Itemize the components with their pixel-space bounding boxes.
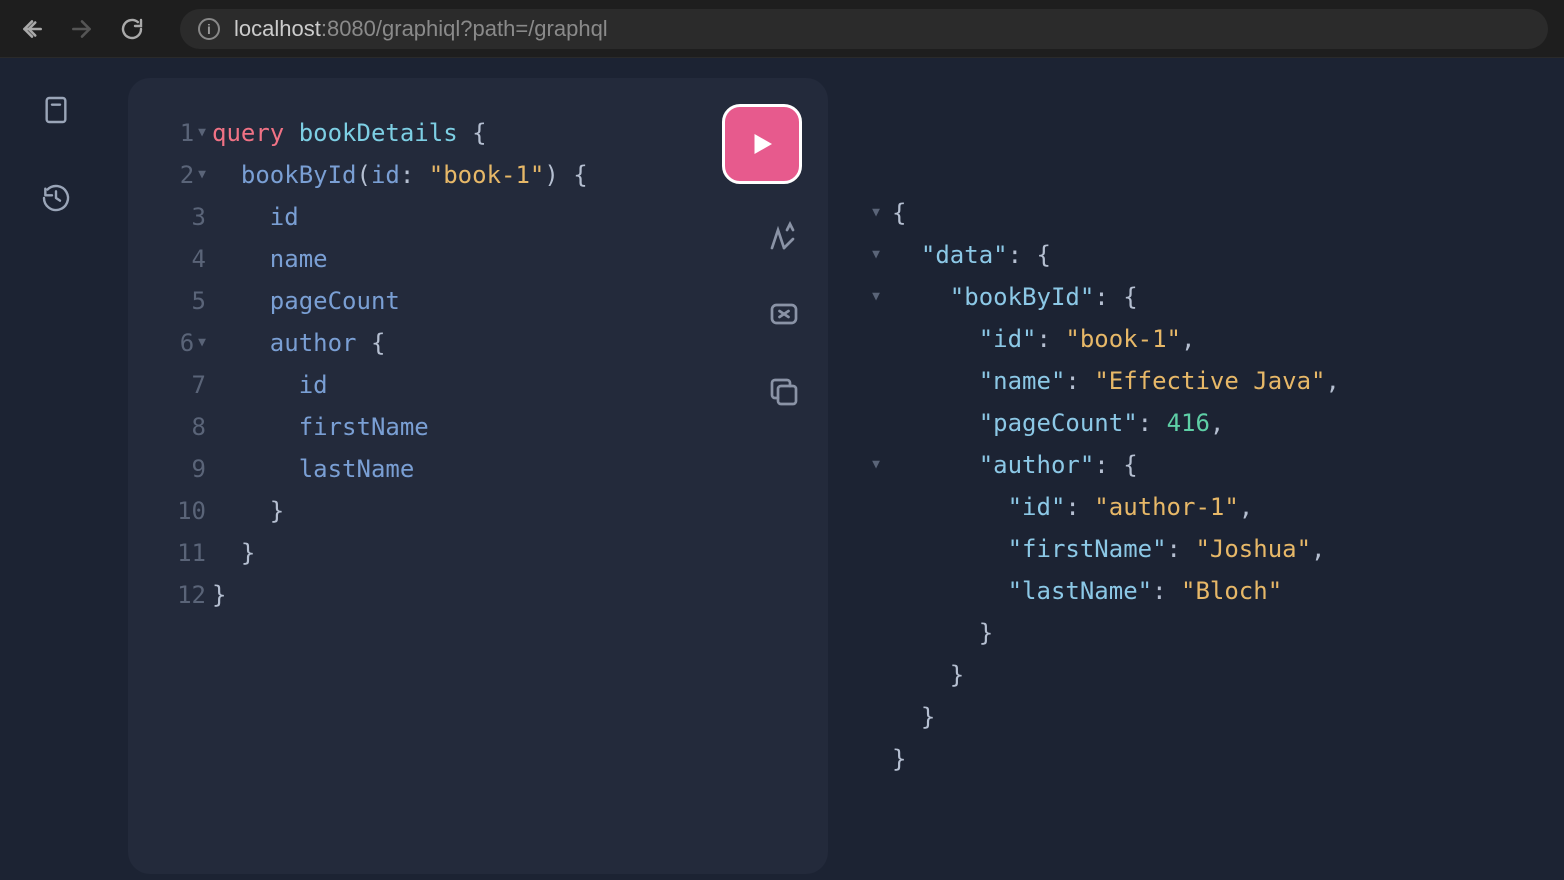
forward-button[interactable] [66,13,98,45]
reload-button[interactable] [116,13,148,45]
query-editor[interactable]: 1▼query bookDetails { 2▼ bookById(id: "b… [152,112,804,616]
response-viewer[interactable]: ▼{ ▼ "data": { ▼ "bookById": { "id": "bo… [860,192,1534,780]
query-editor-panel: 1▼query bookDetails { 2▼ bookById(id: "b… [128,78,828,874]
history-icon[interactable] [40,182,72,214]
browser-toolbar: i localhost:8080/graphiql?path=/graphql [0,0,1564,58]
execute-button[interactable] [722,104,802,184]
docs-icon[interactable] [40,94,72,126]
url-text: localhost:8080/graphiql?path=/graphql [234,16,608,42]
prettify-icon[interactable] [766,218,802,254]
site-info-icon[interactable]: i [198,18,220,40]
copy-icon[interactable] [766,374,802,410]
address-bar[interactable]: i localhost:8080/graphiql?path=/graphql [180,9,1548,49]
response-panel: ▼{ ▼ "data": { ▼ "bookById": { "id": "bo… [836,158,1558,874]
graphiql-sidebar [0,58,112,880]
merge-icon[interactable] [766,296,802,332]
back-button[interactable] [16,13,48,45]
